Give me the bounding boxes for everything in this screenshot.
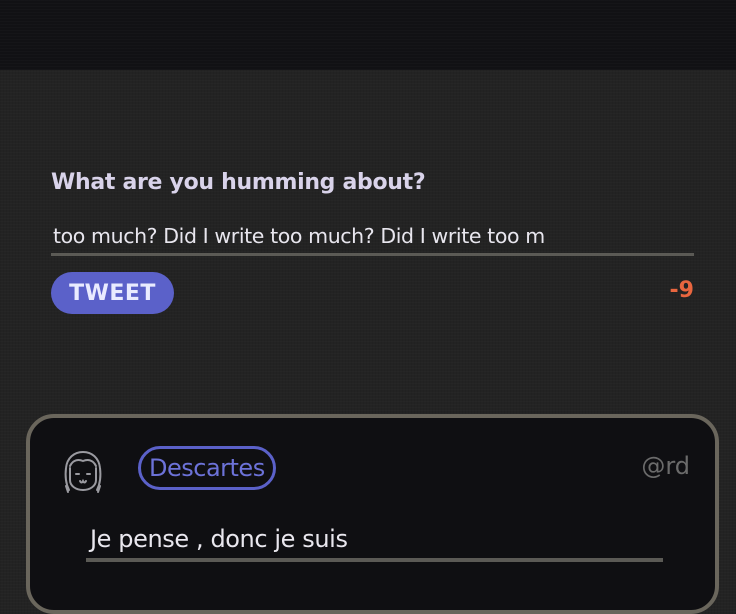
author-name-badge[interactable]: Descartes [138, 446, 276, 490]
tweet-card: Descartes @rd Je pense , donc je suis [26, 414, 719, 614]
tweet-text: Je pense , donc je suis [86, 522, 663, 562]
composer-prompt-label: What are you humming about? [51, 170, 426, 195]
character-count: -9 [669, 278, 694, 303]
author-handle: @rd [641, 452, 690, 480]
top-bar: ⌣ [0, 0, 736, 70]
tweet-button[interactable]: TWEET [51, 272, 174, 314]
tweet-input[interactable] [51, 218, 694, 256]
girl-face-icon [64, 450, 102, 493]
topbar-cut-off-glyph: ⌣ [330, 0, 344, 4]
